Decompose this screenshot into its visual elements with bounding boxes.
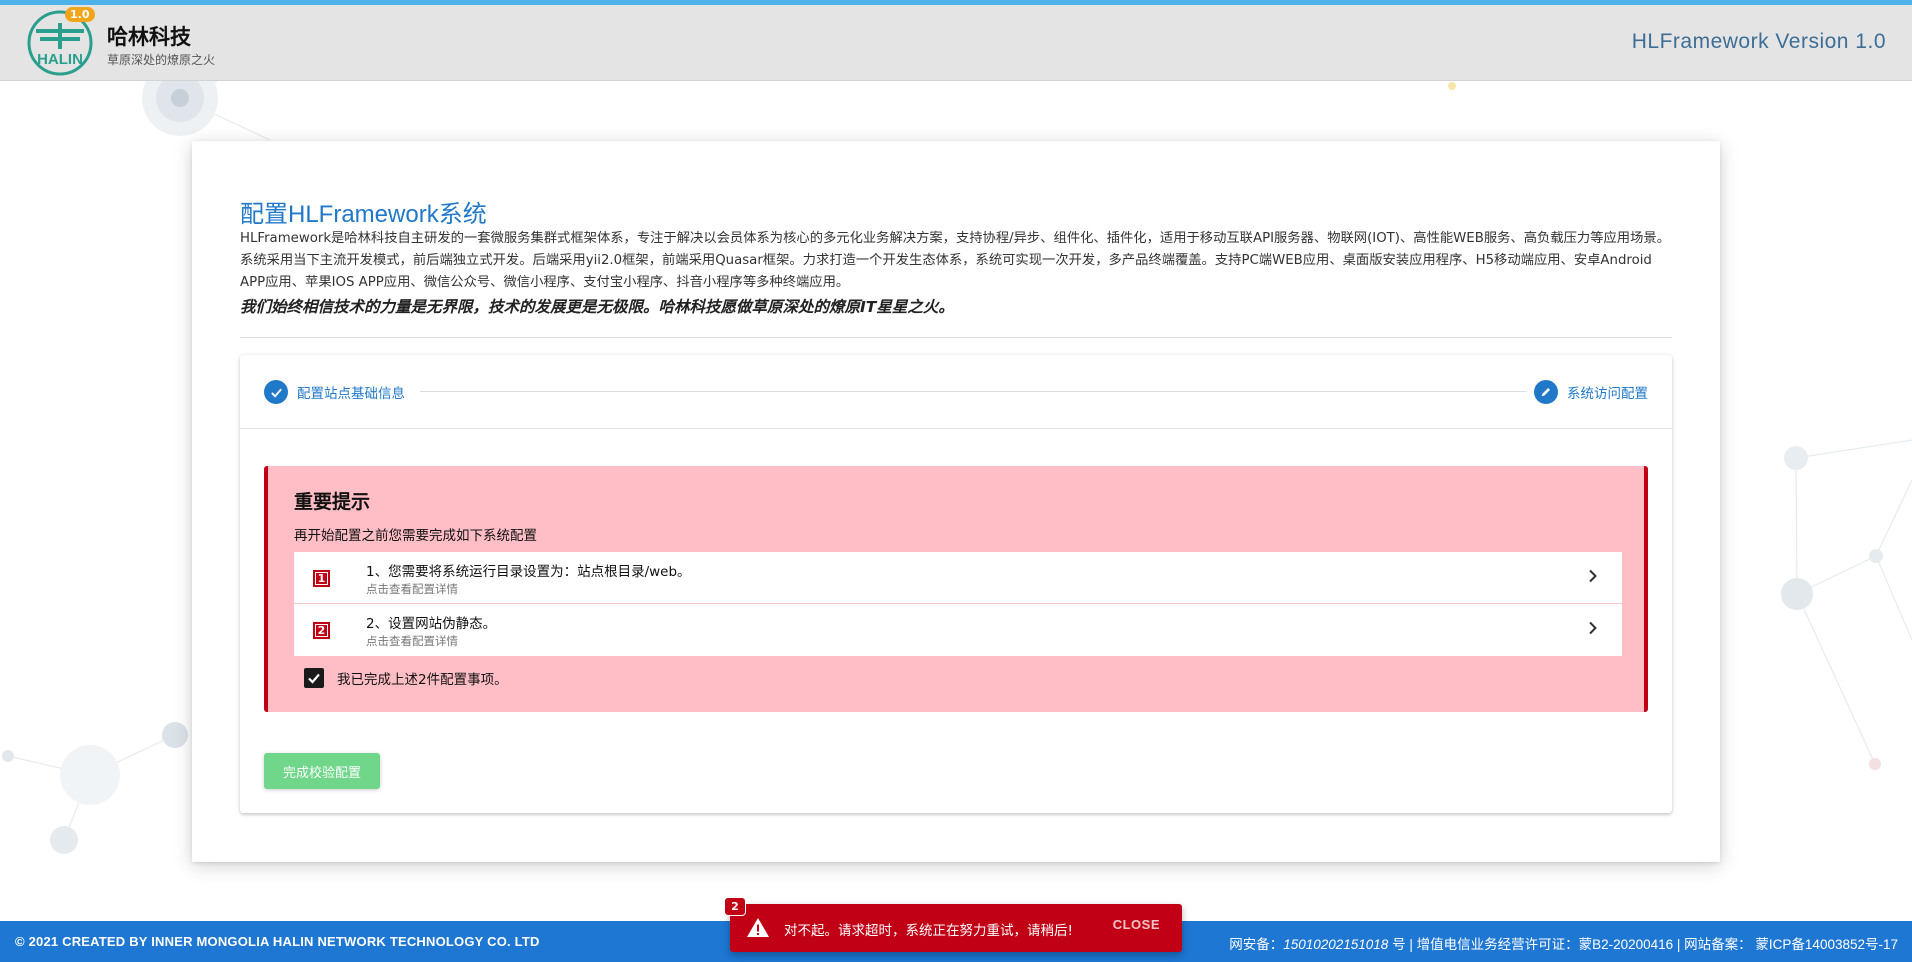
config-card: 配置HLFramework系统 HLFramework是哈林科技自主研发的一套微… (192, 141, 1720, 862)
brand-slogan: 草原深处的燎原之火 (107, 53, 216, 67)
notice-title: 重要提示 (294, 491, 371, 513)
copyright-text: © 2021 CREATED BY INNER MONGOLIA HALIN N… (15, 934, 540, 949)
license-prefix: 网安备： (1229, 937, 1284, 952)
framework-version: HLFramework Version 1.0 (1631, 30, 1886, 53)
config-item-run-directory[interactable]: 1 1、您需要将系统运行目录设置为：站点根目录/web。 点击查看配置详情 (294, 552, 1622, 604)
notification-count-badge: 2 (724, 897, 746, 916)
page-title: 配置HLFramework系统 (240, 201, 487, 228)
important-notice: 重要提示 再开始配置之前您需要完成如下系统配置 1 1、您需要将系统运行目录设置… (264, 466, 1648, 712)
notification-message: 对不起。请求超时，系统正在努力重试，请稍后! (784, 923, 1073, 939)
notice-subtitle: 再开始配置之前您需要完成如下系统配置 (294, 528, 537, 544)
warning-icon (747, 918, 769, 937)
item-number-badge: 1 (313, 570, 330, 587)
version-badge: 1.0 (65, 7, 95, 22)
confirm-checkbox[interactable] (304, 668, 324, 688)
step-site-basic-info[interactable]: 配置站点基础信息 (264, 379, 405, 405)
item-caption: 点击查看配置详情 (366, 582, 458, 596)
app-header: HALIN 1.0 哈林科技 草原深处的燎原之火 HLFramework Ver… (0, 0, 1912, 81)
svg-text:HALIN: HALIN (37, 51, 83, 68)
license-info: 网安备：15010202151018 号 | 增值电信业务经营许可证：蒙B2-2… (1229, 933, 1898, 953)
error-notification: 2 对不起。请求超时，系统正在努力重试，请稍后! CLOSE (724, 897, 1182, 952)
item-number-badge: 2 (313, 622, 330, 639)
confirm-row: 我已完成上述2件配置事项。 (304, 668, 508, 688)
close-notification-button[interactable]: CLOSE (1113, 917, 1160, 932)
intro-text: HLFramework是哈林科技自主研发的一套微服务集群式框架体系，专注于解决以… (240, 231, 1670, 290)
config-item-list: 1 1、您需要将系统运行目录设置为：站点根目录/web。 点击查看配置详情 2 … (294, 552, 1622, 656)
chevron-right-icon (1588, 566, 1598, 588)
pencil-icon (1534, 380, 1558, 404)
step-system-access-config[interactable]: 系统访问配置 (1534, 379, 1648, 405)
item-title: 2、设置网站伪静态。 (366, 616, 497, 632)
complete-verify-button[interactable]: 完成校验配置 (264, 753, 380, 789)
item-title: 1、您需要将系统运行目录设置为：站点根目录/web。 (366, 564, 691, 580)
license-suffix: 号 | 增值电信业务经营许可证：蒙B2-20200416 | 网站备案： 蒙IC… (1388, 937, 1898, 952)
license-number: 15010202151018 (1283, 937, 1389, 952)
step-label: 配置站点基础信息 (297, 386, 405, 402)
stepper-header: 配置站点基础信息 系统访问配置 (240, 355, 1672, 429)
item-caption: 点击查看配置详情 (366, 634, 458, 648)
stepper: 配置站点基础信息 系统访问配置 重要提示 再开始配置之前您需要完成如下系统配置 … (240, 355, 1672, 813)
step-label: 系统访问配置 (1567, 386, 1648, 402)
check-icon (264, 380, 288, 404)
step-connector (420, 391, 1526, 392)
divider (240, 337, 1672, 338)
config-item-rewrite[interactable]: 2 2、设置网站伪静态。 点击查看配置详情 (294, 604, 1622, 656)
confirm-label: 我已完成上述2件配置事项。 (337, 672, 508, 688)
brand-name: 哈林科技 (107, 25, 191, 49)
chevron-right-icon (1588, 618, 1598, 640)
motto-text: 我们始终相信技术的力量是无界限，技术的发展更是无极限。哈林科技愿做草原深处的燎原… (240, 298, 954, 316)
